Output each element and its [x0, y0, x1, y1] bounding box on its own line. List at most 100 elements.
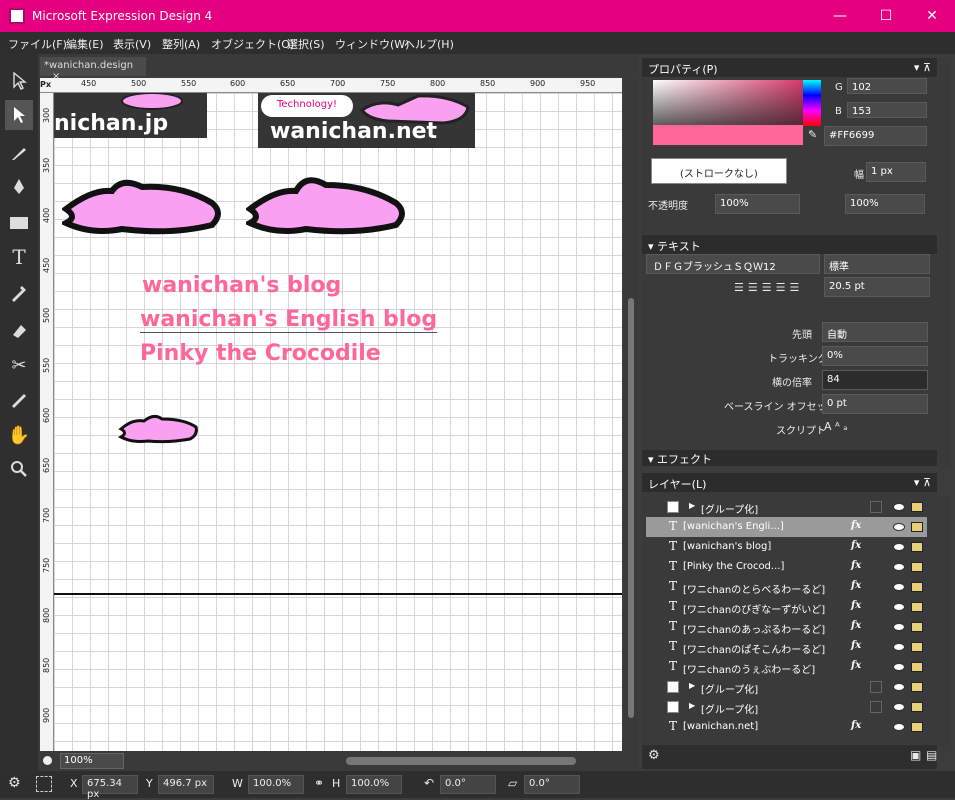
expand-triangle-icon[interactable]: ▶	[689, 501, 695, 510]
effects-icon[interactable]: fx	[851, 580, 861, 591]
layer-row[interactable]: T [wanichan's blog] fx	[646, 537, 927, 557]
g-field[interactable]: 102	[847, 78, 927, 94]
leading-field[interactable]: 自動	[822, 322, 928, 342]
layer-row[interactable]: ▶ [グループ化]	[646, 677, 927, 697]
artboard-canvas[interactable]: nichan.jp Technology! wanichan.net wanic…	[54, 93, 622, 751]
opacity-field[interactable]: 100%	[715, 194, 800, 214]
visibility-eye-icon[interactable]	[893, 663, 905, 671]
lock-icon[interactable]	[911, 542, 923, 552]
visibility-eye-icon[interactable]	[893, 503, 905, 511]
b-field[interactable]: 153	[847, 102, 927, 118]
lock-icon[interactable]	[911, 662, 923, 672]
layer-select-box[interactable]	[870, 501, 882, 513]
w-field[interactable]: 100.0%	[248, 775, 304, 794]
layer-select-box[interactable]	[870, 701, 882, 713]
visibility-eye-icon[interactable]	[893, 623, 905, 631]
minimize-button[interactable]: —	[817, 0, 863, 32]
layers-scrollbar[interactable]	[938, 496, 950, 746]
pen-tool-icon[interactable]	[5, 172, 33, 202]
effects-icon[interactable]: fx	[851, 520, 861, 531]
effects-icon[interactable]: fx	[851, 660, 861, 671]
layer-row[interactable]: T [ワニchanのうぇぶわーるど] fx	[646, 657, 927, 677]
effect-section-header[interactable]: ▾ エフェクト	[642, 450, 937, 466]
canvas-text-english-blog[interactable]: wanichan's English blog	[140, 307, 438, 333]
zoom-tool-icon[interactable]	[5, 454, 33, 484]
pin-icon[interactable]: ▾ ⊼	[914, 476, 931, 489]
menu-edit[interactable]: 編集(E)	[66, 36, 104, 52]
effects-icon[interactable]: fx	[851, 620, 861, 631]
layer-row[interactable]: T [wanichan's Engli...] fx	[646, 517, 927, 537]
logo-wanichan-jp[interactable]: nichan.jp	[54, 93, 207, 138]
font-dropdown[interactable]: ＤＦＧブラッシュＳＱＷ12	[646, 254, 820, 274]
lock-icon[interactable]	[911, 582, 923, 592]
hue-slider[interactable]	[803, 80, 821, 126]
layer-row[interactable]: ▶ [グループ化]	[646, 697, 927, 717]
menu-window[interactable]: ウィンドウ(W)	[335, 36, 409, 52]
visibility-eye-icon[interactable]	[893, 563, 905, 571]
close-button[interactable]: ✕	[909, 0, 955, 32]
brush-tool-icon[interactable]	[5, 138, 33, 168]
lock-icon[interactable]	[911, 622, 923, 632]
zoom-dropdown[interactable]: 100%	[60, 753, 124, 769]
horizontal-scale-field[interactable]: 84	[822, 370, 928, 390]
layer-row[interactable]: ▶ [グループ化]	[646, 497, 927, 517]
expand-triangle-icon[interactable]: ▶	[689, 681, 695, 690]
menu-file[interactable]: ファイル(F)	[8, 36, 67, 52]
alignment-icons[interactable]: ☰☰☰☰☰	[734, 281, 803, 294]
selection-tool-icon[interactable]	[5, 66, 33, 96]
text-section-header[interactable]: ▾ テキスト	[642, 235, 937, 254]
crocodile-illustration[interactable]	[62, 173, 225, 245]
script-buttons[interactable]: A ᴬ ₐ	[824, 420, 848, 433]
h-field[interactable]: 100.0%	[346, 775, 402, 794]
x-field[interactable]: 675.34 px	[82, 775, 138, 800]
visibility-eye-icon[interactable]	[893, 703, 905, 711]
text-tool-icon[interactable]: T	[5, 242, 33, 272]
skew-field[interactable]: 0.0°	[524, 775, 580, 794]
menu-view[interactable]: 表示(V)	[113, 36, 151, 52]
lock-icon[interactable]	[911, 702, 923, 712]
visibility-eye-icon[interactable]	[893, 603, 905, 611]
canvas-text-blog[interactable]: wanichan's blog	[142, 273, 341, 298]
menu-arrange[interactable]: 整列(A)	[162, 36, 200, 52]
visibility-eye-icon[interactable]	[893, 723, 905, 731]
layer-row[interactable]: T [ワニchanのびぎなーずがいど] fx	[646, 597, 927, 617]
gear-icon[interactable]: ⚙	[8, 775, 21, 791]
eyedropper-icon[interactable]: ✎	[808, 128, 817, 141]
stroke-dropdown[interactable]: (ストロークなし)	[651, 158, 787, 184]
trash-icon[interactable]: ▤	[926, 748, 937, 762]
baseline-field[interactable]: 0 pt	[822, 394, 928, 414]
layer-row[interactable]: T [Pinky the Crocod...] fx	[646, 557, 927, 577]
expand-triangle-icon[interactable]: ▶	[689, 701, 695, 710]
canvas-text-pinky[interactable]: Pinky the Crocodile	[140, 341, 381, 366]
opacity2-field[interactable]: 100%	[845, 194, 925, 214]
effects-icon[interactable]: fx	[851, 560, 861, 571]
visibility-eye-icon[interactable]	[893, 683, 905, 691]
canvas-vertical-scrollbar[interactable]	[624, 78, 638, 751]
scroll-thumb[interactable]	[628, 298, 634, 718]
menu-help[interactable]: ヘルプ(H)	[404, 36, 454, 52]
layer-row[interactable]: T [wanichan.net] fx	[646, 717, 927, 737]
link-proportions-icon[interactable]: ⚭	[314, 776, 324, 790]
lock-icon[interactable]	[911, 642, 923, 652]
rotation-field[interactable]: 0.0°	[440, 775, 496, 794]
visibility-eye-icon[interactable]	[893, 583, 905, 591]
scissors-tool-icon[interactable]: ✂	[5, 350, 33, 380]
hand-tool-icon[interactable]: ✋	[5, 420, 33, 450]
maximize-button[interactable]: ☐	[863, 0, 909, 32]
rectangle-tool-icon[interactable]	[5, 208, 33, 238]
hex-field[interactable]: #FF6699	[824, 126, 927, 146]
font-size-field[interactable]: 20.5 pt	[824, 277, 930, 297]
layer-row[interactable]: T [ワニchanのぱそこんわーるど] fx	[646, 637, 927, 657]
effects-icon[interactable]: fx	[851, 540, 861, 551]
crocodile-illustration[interactable]	[246, 173, 409, 245]
properties-scrollbar[interactable]	[938, 58, 950, 468]
pin-icon[interactable]: ▾ ⊼	[914, 61, 931, 74]
small-crocodile-illustration[interactable]	[118, 411, 200, 447]
font-style-dropdown[interactable]: 標準	[824, 254, 930, 274]
lock-icon[interactable]	[911, 682, 923, 692]
tracking-field[interactable]: 0%	[822, 346, 928, 366]
direct-selection-tool-icon[interactable]	[5, 100, 33, 130]
effects-icon[interactable]: fx	[851, 720, 861, 731]
layer-row[interactable]: T [ワニchanのあっぷるわーるど] fx	[646, 617, 927, 637]
gear-icon[interactable]: ⚙	[648, 748, 660, 763]
